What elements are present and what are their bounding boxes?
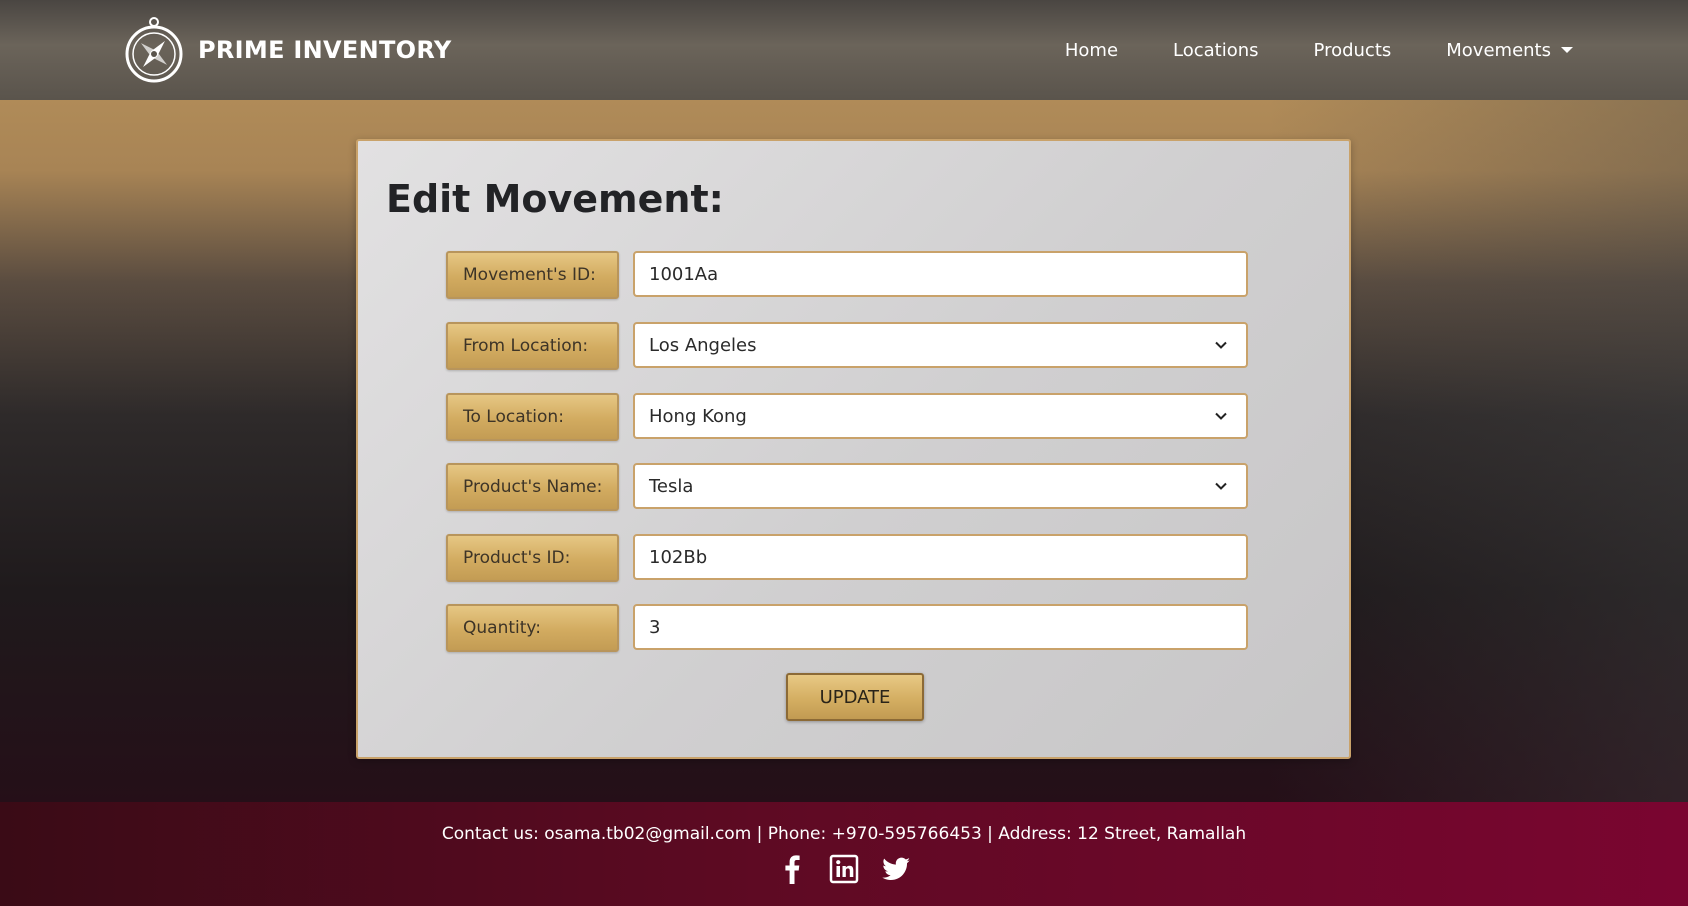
movement-id-label: Movement's ID: [446,251,619,299]
quantity-value: 3 [649,616,661,638]
form-row-to-location: To Location: Hong Kong [446,393,1248,441]
to-location-label: To Location: [446,393,619,441]
chevron-down-icon [1215,482,1227,490]
product-id-input[interactable]: 102Bb [633,534,1248,580]
movement-id-value: 1001Aa [649,263,719,285]
compass-logo-icon [125,17,183,83]
product-id-value: 102Bb [649,546,708,568]
form-row-product-id: Product's ID: 102Bb [446,534,1248,582]
quantity-label: Quantity: [446,604,619,652]
brand-name: PRIME INVENTORY [198,36,452,64]
from-location-label: From Location: [446,322,619,370]
chevron-down-icon [1215,341,1227,349]
social-links [0,854,1688,884]
from-location-value: Los Angeles [649,334,757,356]
product-name-value: Tesla [649,475,694,497]
from-location-select[interactable]: Los Angeles [633,322,1248,368]
to-location-select[interactable]: Hong Kong [633,393,1248,439]
product-id-label: Product's ID: [446,534,619,582]
update-button[interactable]: UPDATE [786,673,924,721]
main-nav: Home Locations Products Movements [1065,0,1573,100]
nav-movements-label: Movements [1446,39,1551,61]
brand[interactable]: PRIME INVENTORY [124,15,452,85]
edit-movement-card: Edit Movement: Movement's ID: 1001Aa Fro… [356,139,1351,759]
form-row-quantity: Quantity: 3 [446,604,1248,652]
product-name-label: Product's Name: [446,463,619,511]
footer-contact-text: Contact us: osama.tb02@gmail.com | Phone… [441,824,1247,844]
top-navbar: PRIME INVENTORY Home Locations Products … [0,0,1688,100]
caret-down-icon [1561,47,1573,53]
facebook-icon[interactable] [777,854,807,884]
footer: Contact us: osama.tb02@gmail.com | Phone… [0,802,1688,906]
nav-movements-dropdown[interactable]: Movements [1446,40,1573,61]
product-name-select[interactable]: Tesla [633,463,1248,509]
nav-products-link[interactable]: Products [1314,40,1392,61]
twitter-icon[interactable] [881,854,911,884]
form-row-product-name: Product's Name: Tesla [446,463,1248,511]
nav-home-link[interactable]: Home [1065,40,1118,61]
quantity-input[interactable]: 3 [633,604,1248,650]
to-location-value: Hong Kong [649,405,747,427]
form-row-movement-id: Movement's ID: 1001Aa [446,251,1248,299]
nav-locations-link[interactable]: Locations [1173,40,1259,61]
form-row-from-location: From Location: Los Angeles [446,322,1248,370]
linkedin-icon[interactable] [829,854,859,884]
movement-id-input[interactable]: 1001Aa [633,251,1248,297]
page-title: Edit Movement: [386,177,724,221]
chevron-down-icon [1215,412,1227,420]
